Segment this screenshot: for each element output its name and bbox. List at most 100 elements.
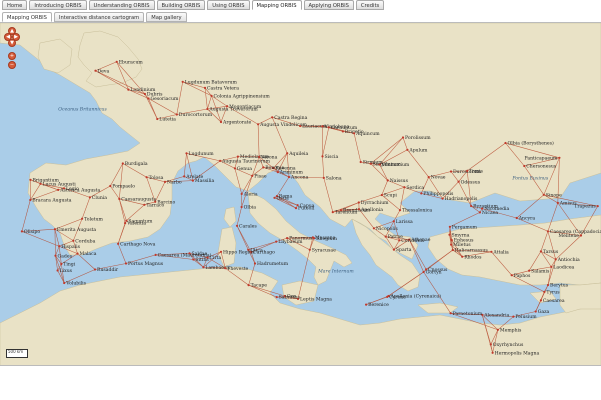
site-marker[interactable] (384, 235, 387, 238)
place-mogontiacum[interactable]: Mogontiacum (226, 104, 262, 110)
site-marker[interactable] (175, 113, 178, 116)
place-massilia[interactable]: Massilia (191, 178, 215, 184)
site-marker[interactable] (124, 262, 128, 265)
site-marker[interactable] (481, 207, 484, 210)
place-odessus[interactable]: Odessus (457, 179, 481, 185)
site-marker[interactable] (143, 92, 146, 96)
site-marker[interactable] (369, 162, 372, 165)
site-marker[interactable] (262, 166, 265, 169)
site-marker[interactable] (206, 107, 209, 111)
site-marker[interactable] (372, 227, 375, 230)
site-marker[interactable] (72, 239, 75, 242)
site-marker[interactable] (448, 233, 451, 236)
place-sinope[interactable]: Sinope (542, 192, 562, 198)
site-marker[interactable] (257, 123, 260, 126)
place-emerita-augusta[interactable]: Emerita Augusta (53, 227, 97, 233)
place-malaca[interactable]: Malaca (76, 251, 97, 257)
map-view[interactable]: Eburacum Deva Londinium Dubris Gesoriacum Lut… (0, 22, 601, 366)
place-sparta[interactable]: Sparta (392, 247, 412, 253)
place-chersonesus[interactable]: Chersonesus (523, 164, 557, 170)
place-viminacium[interactable]: Viminacium (378, 162, 410, 168)
place-argentorate[interactable]: Argentorate (219, 120, 252, 126)
place-thessalonica[interactable]: Thessalonica (398, 208, 433, 214)
site-marker[interactable] (341, 130, 344, 133)
site-marker[interactable] (109, 184, 112, 188)
site-marker[interactable] (461, 255, 464, 258)
site-marker[interactable] (62, 187, 66, 190)
place-salamis[interactable]: Salamis (528, 268, 550, 274)
site-marker[interactable] (386, 295, 389, 298)
tab-building-orbis[interactable]: Building ORBIS (156, 0, 206, 10)
place-paphos[interactable]: Paphos (510, 273, 531, 279)
site-marker[interactable] (247, 284, 250, 287)
place-lutetia[interactable]: Lutetia (156, 117, 176, 123)
place-tomis[interactable]: Tomis (466, 169, 483, 175)
site-marker[interactable] (358, 208, 361, 211)
site-marker[interactable] (276, 171, 279, 174)
zoom-in-button[interactable]: + (8, 52, 16, 60)
place-leptis-magna[interactable]: Leptis Magna (296, 297, 332, 303)
place-sabratha[interactable]: Sabratha (275, 295, 301, 301)
place-hippo-regius[interactable]: Hippo Regius (219, 249, 255, 255)
map-canvas[interactable]: EburacumDevaLondiniumDubrisGesoriacumLut… (0, 23, 601, 366)
site-marker[interactable] (57, 188, 60, 191)
place-carthago-nova[interactable]: Carthago Nova (117, 241, 156, 247)
site-marker[interactable] (450, 239, 453, 242)
place-cnossus[interactable]: Cnossus (425, 267, 448, 273)
place-naissus[interactable]: Naissus (386, 178, 409, 184)
place-siscia[interactable]: Siscia (321, 154, 339, 160)
place-clunia[interactable]: Clunia (88, 195, 107, 201)
place-nicaea[interactable]: Nicaea (478, 210, 499, 216)
site-marker[interactable] (181, 80, 184, 83)
site-marker[interactable] (115, 60, 118, 63)
site-marker[interactable] (420, 192, 423, 195)
place-toletum[interactable]: Toletum (81, 216, 104, 222)
place-durocortorum[interactable]: Durocortorum (175, 112, 213, 118)
place-scupi[interactable]: Scupi (380, 193, 398, 199)
site-marker[interactable] (543, 290, 546, 293)
site-marker[interactable] (251, 174, 254, 177)
site-marker[interactable] (451, 248, 454, 252)
site-marker[interactable] (58, 245, 61, 248)
place-nicopolis[interactable]: Nicopolis (372, 226, 399, 232)
place-lilybaeum[interactable]: Lilybaeum (275, 239, 303, 245)
site-marker[interactable] (275, 296, 278, 299)
site-marker[interactable] (457, 180, 460, 183)
site-marker[interactable] (422, 270, 425, 274)
place-dyrrachium[interactable]: Dyrrachium (357, 200, 389, 206)
place-rhodos[interactable]: Rhodos (461, 254, 482, 260)
place-berytus[interactable]: Berytus (546, 283, 569, 289)
site-marker[interactable] (235, 224, 239, 227)
site-marker[interactable] (163, 180, 167, 183)
place-carales[interactable]: Carales (235, 223, 257, 229)
site-marker[interactable] (125, 219, 128, 222)
place-lixus[interactable]: Lixus (56, 268, 73, 274)
place-lugdunum[interactable]: Lugdunum (185, 151, 214, 157)
site-marker[interactable] (210, 94, 213, 97)
site-marker[interactable] (240, 205, 243, 209)
place-cyrene[interactable]: Cyrene (386, 295, 406, 301)
place-novae[interactable]: Novae (427, 175, 446, 181)
place-aquileia[interactable]: Aquileia (286, 151, 309, 157)
place-pompaelo[interactable]: Pompaelo (109, 184, 135, 190)
site-marker[interactable] (539, 299, 543, 302)
site-marker[interactable] (558, 156, 561, 159)
site-marker[interactable] (398, 209, 402, 212)
site-marker[interactable] (29, 178, 32, 181)
site-marker[interactable] (528, 269, 531, 272)
place-ancona[interactable]: Ancona (287, 175, 309, 181)
site-marker[interactable] (273, 196, 276, 199)
place-narbo[interactable]: Narbo (163, 180, 182, 186)
site-marker[interactable] (357, 201, 360, 204)
place-panticapaeum[interactable]: Panticapaeum (524, 155, 561, 161)
place-caesaraugusta[interactable]: Caesaraugusta (118, 197, 156, 203)
place-philippopolis[interactable]: Philippopolis (420, 191, 454, 197)
site-marker[interactable] (63, 281, 66, 285)
site-marker[interactable] (143, 203, 146, 206)
place-tarsus[interactable]: Tarsus (539, 249, 559, 255)
place-patrae[interactable]: Patrae (384, 234, 404, 240)
site-marker[interactable] (240, 192, 243, 195)
site-marker[interactable] (321, 125, 324, 128)
site-marker[interactable] (203, 86, 207, 89)
place-portus-magnus[interactable]: Portus Magnus (124, 261, 164, 267)
